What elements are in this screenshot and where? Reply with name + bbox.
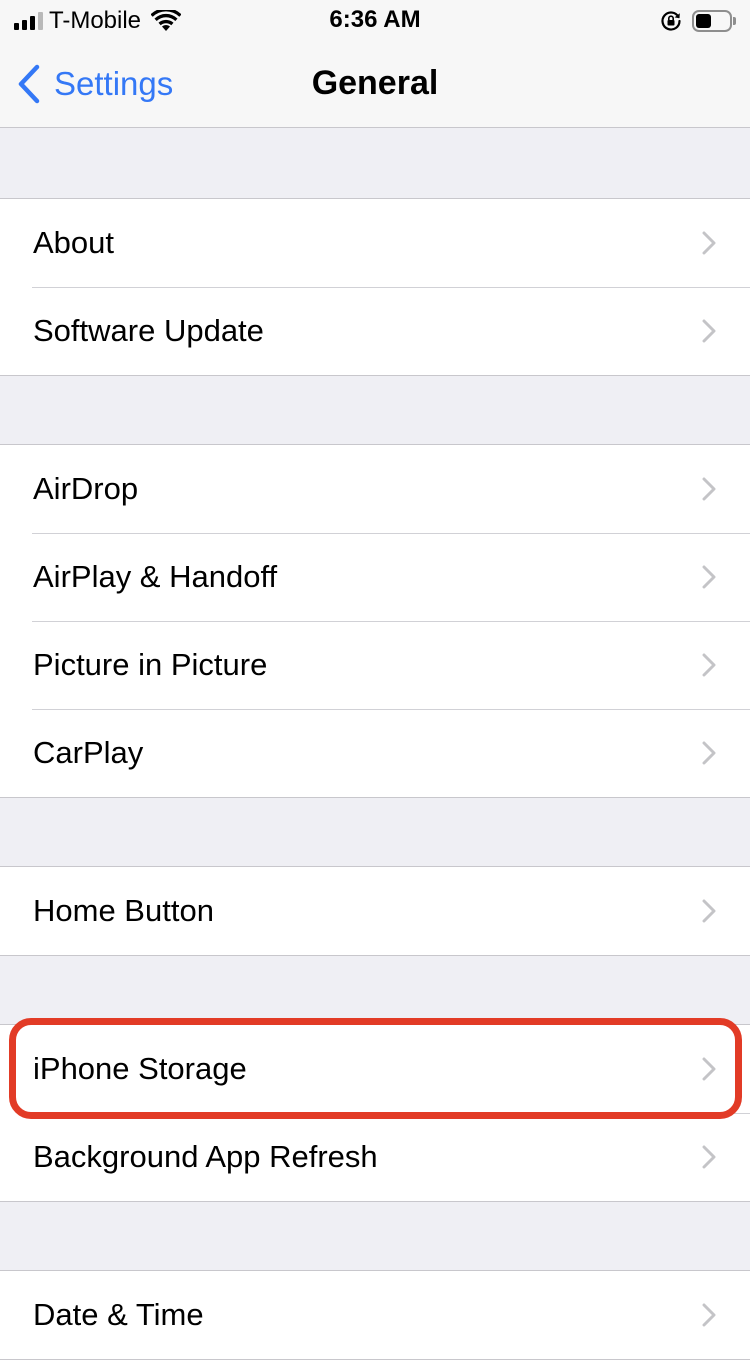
chevron-right-icon [702, 741, 716, 765]
settings-group-5: Date & Time [0, 1270, 750, 1360]
status-bar: T-Mobile 6:36 AM [0, 0, 750, 40]
list-item-label: AirPlay & Handoff [33, 559, 278, 594]
settings-group-3: Home Button [0, 866, 750, 956]
chevron-right-icon [702, 1145, 716, 1169]
rotation-lock-icon [661, 11, 681, 31]
list-item-airplay-handoff[interactable]: AirPlay & Handoff [0, 533, 750, 621]
list-item-date-time[interactable]: Date & Time [0, 1271, 750, 1359]
page-title: General [311, 64, 439, 102]
chevron-right-icon [702, 565, 716, 589]
list-item-about[interactable]: About [0, 199, 750, 287]
chevron-right-icon [702, 477, 716, 501]
list-item-airdrop[interactable]: AirDrop [0, 445, 750, 533]
status-right [660, 8, 736, 34]
list-item-software-update[interactable]: Software Update [0, 287, 750, 375]
list-item-picture-in-picture[interactable]: Picture in Picture [0, 621, 750, 709]
list-item-label: Home Button [33, 893, 214, 928]
list-item-label: iPhone Storage [33, 1051, 247, 1086]
settings-group-2: AirDrop AirPlay & Handoff Picture in Pic… [0, 444, 750, 798]
list-item-background-app-refresh[interactable]: Background App Refresh [0, 1113, 750, 1201]
settings-group-4: iPhone Storage Background App Refresh [0, 1024, 750, 1202]
chevron-right-icon [702, 1057, 716, 1081]
list-item-label: Software Update [33, 313, 264, 348]
chevron-right-icon [702, 653, 716, 677]
settings-group-1: About Software Update [0, 198, 750, 376]
list-item-label: Date & Time [33, 1297, 204, 1332]
navigation-bar: Settings General [0, 40, 750, 128]
battery-icon [692, 10, 736, 32]
list-item-home-button[interactable]: Home Button [0, 867, 750, 955]
list-item-label: Picture in Picture [33, 647, 268, 682]
list-item-label: AirDrop [33, 471, 139, 506]
list-item-label: About [33, 225, 115, 260]
list-item-label: Background App Refresh [33, 1139, 378, 1174]
status-time: 6:36 AM [329, 6, 421, 33]
chevron-right-icon [702, 231, 716, 255]
chevron-right-icon [702, 319, 716, 343]
list-item-iphone-storage[interactable]: iPhone Storage [0, 1025, 750, 1113]
list-item-carplay[interactable]: CarPlay [0, 709, 750, 797]
chevron-right-icon [702, 899, 716, 923]
chevron-right-icon [702, 1303, 716, 1327]
list-item-label: CarPlay [33, 735, 144, 770]
